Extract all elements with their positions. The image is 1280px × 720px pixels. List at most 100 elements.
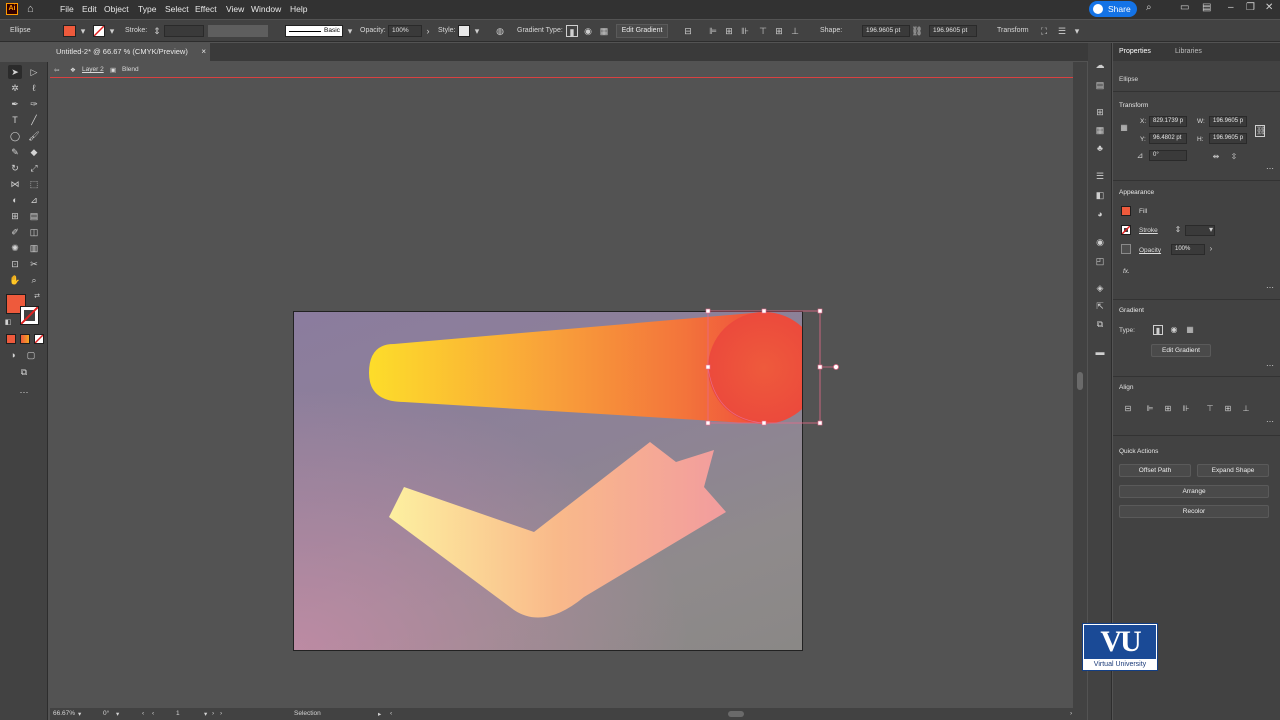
mesh-tool-icon[interactable]: ⊞ xyxy=(8,209,22,223)
align-to-icon[interactable]: ⊟ xyxy=(682,25,694,37)
tab-properties[interactable]: Properties xyxy=(1119,48,1151,55)
document-tab[interactable]: Untitled-2* @ 66.67 % (CMYK/Preview) × xyxy=(50,43,210,61)
chevron-down-icon[interactable]: ▾ xyxy=(116,710,119,718)
swap-colors-icon[interactable]: ⇄ xyxy=(32,292,42,302)
menu-select[interactable]: Select xyxy=(165,4,189,14)
stepper-icon[interactable]: ⇕ xyxy=(1173,225,1183,235)
chevron-shape[interactable] xyxy=(389,442,726,618)
minimize-icon[interactable]: – xyxy=(1228,2,1234,13)
chevron-down-icon[interactable]: ▾ xyxy=(1206,225,1216,235)
stroke-weight-field[interactable] xyxy=(164,25,204,37)
align-right-icon[interactable]: ⊪ xyxy=(1181,404,1191,414)
more-options-icon[interactable]: ⋯ xyxy=(1266,361,1274,370)
offset-path-button[interactable]: Offset Path xyxy=(1119,464,1191,477)
libraries-icon[interactable]: ♣ xyxy=(1093,141,1107,155)
document-info-icon[interactable]: ▤ xyxy=(1093,78,1107,92)
screen-mode-toggle-icon[interactable]: ⧉ xyxy=(17,365,31,379)
shape-width-field[interactable]: 196.9605 pt xyxy=(862,25,910,37)
ellipse-tool-icon[interactable]: ◯ xyxy=(8,129,22,143)
home-icon[interactable]: ⌂ xyxy=(27,3,39,15)
y-field[interactable]: 96.4802 pt xyxy=(1149,133,1187,144)
curvature-tool-icon[interactable]: ✑ xyxy=(27,97,41,111)
free-transform-tool-icon[interactable]: ⬚ xyxy=(27,177,41,191)
chevron-down-icon[interactable]: ▾ xyxy=(106,25,118,37)
brush-definition[interactable]: Basic xyxy=(285,25,343,37)
type-tool-icon[interactable]: T xyxy=(8,113,22,127)
transform-link[interactable]: Transform xyxy=(997,27,1029,34)
menu-edit[interactable]: Edit xyxy=(82,4,97,14)
stroke-label[interactable]: Stroke xyxy=(1139,227,1158,234)
x-field[interactable]: 829.1739 p xyxy=(1149,116,1187,127)
horizontal-scroll-thumb[interactable] xyxy=(728,711,744,717)
artboard-number[interactable]: 1 xyxy=(176,710,180,717)
scroll-right-icon[interactable]: › xyxy=(1070,710,1072,717)
artboard[interactable] xyxy=(293,311,803,651)
align-hcenter-icon[interactable]: ⊞ xyxy=(723,25,735,37)
arrange-button[interactable]: Arrange xyxy=(1119,485,1269,498)
back-arrow-icon[interactable]: ⇦ xyxy=(54,66,59,74)
magic-wand-tool-icon[interactable]: ✲ xyxy=(8,81,22,95)
align-vcenter-icon[interactable]: ⊞ xyxy=(1223,404,1233,414)
chevron-right-icon[interactable]: › xyxy=(422,25,434,37)
chevron-down-icon[interactable]: ▾ xyxy=(344,25,356,37)
search-icon[interactable]: ⌕ xyxy=(1146,2,1152,13)
chevron-down-icon[interactable]: ▾ xyxy=(78,710,81,718)
zoom-level[interactable]: 66.67% xyxy=(53,710,75,717)
export-icon[interactable]: ⇱ xyxy=(1093,299,1107,313)
last-artboard-icon[interactable]: › xyxy=(220,710,222,717)
constrain-proportions-icon[interactable]: ⛓ xyxy=(1255,125,1266,137)
edit-toolbar-icon[interactable]: ⋯ xyxy=(17,385,31,399)
opacity-field[interactable]: 100% xyxy=(388,25,422,37)
menu-file[interactable]: File xyxy=(60,4,74,14)
restore-icon[interactable]: ❐ xyxy=(1246,2,1255,13)
more-options-icon[interactable]: ⋯ xyxy=(1266,164,1274,173)
align-left-icon[interactable]: ⊫ xyxy=(707,25,719,37)
vertical-scrollbar[interactable] xyxy=(1073,62,1087,708)
gradient-mode-icon[interactable] xyxy=(20,334,30,344)
color-mode-icon[interactable] xyxy=(6,334,16,344)
recolor-button[interactable]: Recolor xyxy=(1119,505,1269,518)
flip-horizontal-icon[interactable]: ⇹ xyxy=(1211,152,1221,162)
symbol-sprayer-tool-icon[interactable]: ✺ xyxy=(8,241,22,255)
align-bottom-icon[interactable]: ⊥ xyxy=(789,25,801,37)
align-left-icon[interactable]: ⊫ xyxy=(1145,404,1155,414)
graph-tool-icon[interactable]: ▥ xyxy=(27,241,41,255)
freeform-gradient-icon[interactable]: ▦ xyxy=(598,25,610,37)
artboard-tool-icon[interactable]: ⊡ xyxy=(8,257,22,271)
layers-panel-icon[interactable]: ◈ xyxy=(1093,281,1107,295)
width-tool-icon[interactable]: ⋈ xyxy=(8,177,22,191)
paintbrush-tool-icon[interactable]: 🖌 xyxy=(27,129,41,143)
isolate-icon[interactable]: ⛶ xyxy=(1038,25,1050,37)
draw-mode-icon[interactable]: ◑ xyxy=(6,348,20,362)
fx-icon[interactable]: fx. xyxy=(1123,268,1130,275)
chevron-down-icon[interactable]: ▾ xyxy=(471,25,483,37)
cc-libraries-icon[interactable]: ☁ xyxy=(1093,58,1107,72)
menu-effect[interactable]: Effect xyxy=(195,4,217,14)
share-button[interactable]: Share xyxy=(1089,1,1137,17)
linear-gradient-icon[interactable]: ▮ xyxy=(1153,325,1163,335)
menu-window[interactable]: Window xyxy=(251,4,281,14)
appearance-panel-icon[interactable]: ◉ xyxy=(1093,235,1107,249)
selection-tool-icon[interactable]: ➤ xyxy=(8,65,22,79)
eraser-tool-icon[interactable]: ◆ xyxy=(27,145,41,159)
chevron-right-icon[interactable]: ▸ xyxy=(378,710,381,718)
align-top-icon[interactable]: ⊤ xyxy=(757,25,769,37)
scroll-left-icon[interactable]: ‹ xyxy=(390,710,392,717)
variable-width-profile[interactable] xyxy=(208,25,268,37)
close-window-icon[interactable]: ✕ xyxy=(1265,2,1273,13)
lasso-tool-icon[interactable]: ℓ xyxy=(27,81,41,95)
hand-tool-icon[interactable]: ✋ xyxy=(8,273,22,287)
gradient-panel-icon[interactable]: ◧ xyxy=(1093,188,1107,202)
rotation-view[interactable]: 0° xyxy=(103,710,109,717)
h-field[interactable]: 196.9605 p xyxy=(1209,133,1247,144)
none-mode-icon[interactable] xyxy=(34,334,44,344)
eyedropper-tool-icon[interactable]: ✐ xyxy=(8,225,22,239)
w-field[interactable]: 196.9605 p xyxy=(1209,116,1247,127)
rotate-field[interactable]: 0° xyxy=(1149,150,1187,161)
menu-type[interactable]: Type xyxy=(138,4,156,14)
transparency-panel-icon[interactable]: ◕ xyxy=(1093,207,1107,221)
canvas[interactable] xyxy=(50,79,1073,708)
chevron-down-icon[interactable]: ▾ xyxy=(1071,25,1083,37)
align-hcenter-icon[interactable]: ⊞ xyxy=(1163,404,1173,414)
more-options-icon[interactable]: ⋯ xyxy=(1266,283,1274,292)
